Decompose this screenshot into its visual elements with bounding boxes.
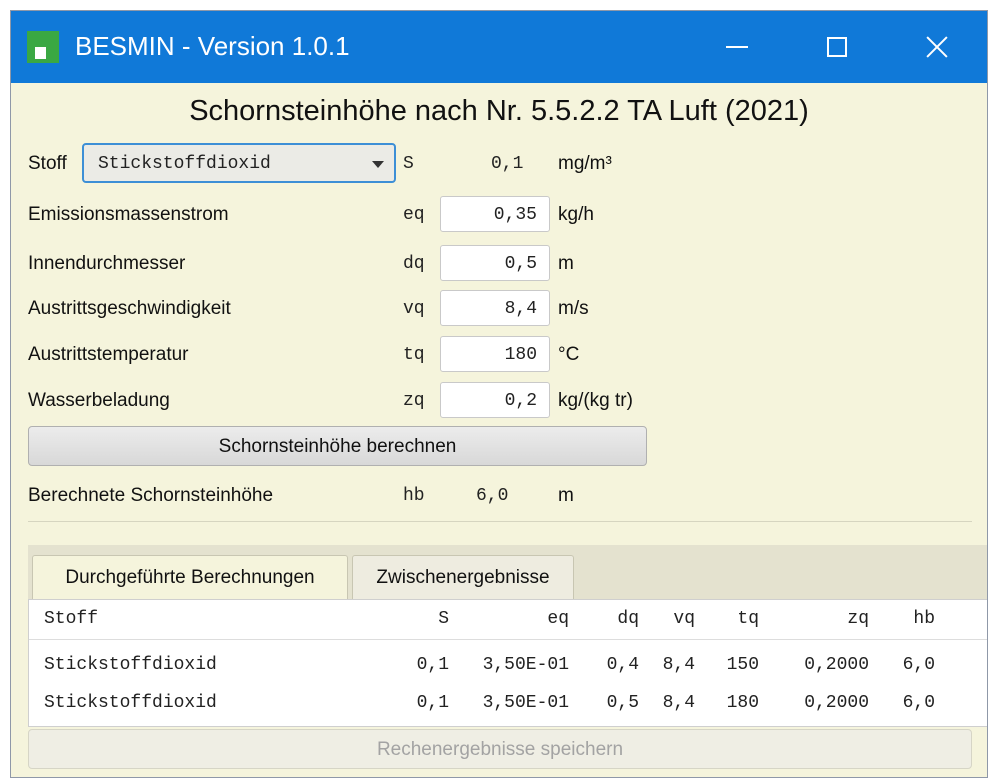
cell-dq: 0,4 xyxy=(606,655,639,675)
maximize-icon xyxy=(827,37,847,57)
cell-tq: 150 xyxy=(726,655,759,675)
divider xyxy=(28,521,972,522)
cell-vq: 8,4 xyxy=(662,655,695,675)
close-button[interactable] xyxy=(887,11,987,83)
stoff-row: Stoff Stickstoffdioxid S 0,1 mg/m³ xyxy=(11,143,987,183)
chevron-down-icon xyxy=(372,161,384,168)
cell-hb: 6,0 xyxy=(902,655,935,675)
result-symbol: hb xyxy=(403,486,425,506)
stoff-symbol: S xyxy=(403,154,414,174)
cell-dq: 0,5 xyxy=(606,693,639,713)
column-header-s[interactable]: S xyxy=(438,609,449,629)
field-row-vq: Austrittsgeschwindigkeit vq 8,4 m/s xyxy=(11,290,987,326)
column-header-stoff[interactable]: Stoff xyxy=(44,609,98,629)
stoff-unit: mg/m³ xyxy=(558,153,612,174)
cell-s: 0,1 xyxy=(416,693,449,713)
column-header-vq[interactable]: vq xyxy=(673,609,695,629)
field-label: Innendurchmesser xyxy=(28,253,186,274)
field-unit: °C xyxy=(558,344,580,365)
field-unit: kg/h xyxy=(558,204,594,225)
tq-input[interactable]: 180 xyxy=(440,336,550,372)
field-label: Austrittstemperatur xyxy=(28,344,189,365)
field-symbol: vq xyxy=(403,299,425,319)
zq-input[interactable]: 0,2 xyxy=(440,382,550,418)
dq-input[interactable]: 0,5 xyxy=(440,245,550,281)
table-row[interactable]: Stickstoffdioxid 0,1 3,50E-01 0,4 8,4 15… xyxy=(29,646,987,684)
column-header-zq[interactable]: zq xyxy=(847,609,869,629)
save-results-button[interactable]: Rechenergebnisse speichern xyxy=(28,729,972,769)
column-header-dq[interactable]: dq xyxy=(617,609,639,629)
title-bar[interactable]: BESMIN - Version 1.0.1 xyxy=(11,11,987,83)
cell-tq: 180 xyxy=(726,693,759,713)
stoff-selected-value: Stickstoffdioxid xyxy=(98,154,271,174)
field-label: Wasserbeladung xyxy=(28,390,170,411)
cell-zq: 0,2000 xyxy=(804,693,869,713)
window-title: BESMIN - Version 1.0.1 xyxy=(75,31,350,61)
result-label: Berechnete Schornsteinhöhe xyxy=(28,485,274,506)
stoff-dropdown[interactable]: Stickstoffdioxid xyxy=(82,143,396,183)
field-label: Emissionsmassenstrom xyxy=(28,204,229,225)
stoff-value: 0,1 xyxy=(491,154,524,174)
close-icon xyxy=(925,35,949,59)
tab-durchgefuehrte-berechnungen[interactable]: Durchgeführte Berechnungen xyxy=(32,555,348,603)
cell-stoff: Stickstoffdioxid xyxy=(44,693,217,713)
page-title: Schornsteinhöhe nach Nr. 5.5.2.2 TA Luft… xyxy=(189,95,809,127)
cell-hb: 6,0 xyxy=(902,693,935,713)
tab-zwischenergebnisse[interactable]: Zwischenergebnisse xyxy=(352,555,574,599)
field-unit: kg/(kg tr) xyxy=(558,390,633,411)
cell-s: 0,1 xyxy=(416,655,449,675)
field-row-eq: Emissionsmassenstrom eq 0,35 kg/h xyxy=(11,196,987,232)
result-row: Berechnete Schornsteinhöhe hb 6,0 m xyxy=(11,477,987,513)
field-symbol: zq xyxy=(403,391,425,411)
field-symbol: eq xyxy=(403,205,425,225)
cell-stoff: Stickstoffdioxid xyxy=(44,655,217,675)
column-header-hb[interactable]: hb xyxy=(913,609,935,629)
calculate-button[interactable]: Schornsteinhöhe berechnen xyxy=(28,426,647,466)
results-table: Stoff S eq dq vq tq zq hb Stickstoffdiox… xyxy=(28,599,987,727)
column-header-eq[interactable]: eq xyxy=(547,609,569,629)
field-unit: m/s xyxy=(558,298,589,319)
stoff-label: Stoff xyxy=(28,153,67,174)
tab-bar: Durchgeführte Berechnungen Zwischenergeb… xyxy=(28,545,987,603)
field-unit: m xyxy=(558,253,574,274)
field-row-zq: Wasserbeladung zq 0,2 kg/(kg tr) xyxy=(11,382,987,418)
cell-eq: 3,50E-01 xyxy=(482,655,569,675)
result-unit: m xyxy=(558,485,574,506)
table-header: Stoff S eq dq vq tq zq hb xyxy=(29,600,987,640)
cell-eq: 3,50E-01 xyxy=(482,693,569,713)
app-window: BESMIN - Version 1.0.1 Schornsteinhöhe n… xyxy=(10,10,988,778)
field-row-dq: Innendurchmesser dq 0,5 m xyxy=(11,245,987,281)
result-value: 6,0 xyxy=(476,486,509,506)
cell-zq: 0,2000 xyxy=(804,655,869,675)
minimize-icon xyxy=(726,46,748,48)
field-symbol: dq xyxy=(403,254,425,274)
field-symbol: tq xyxy=(403,345,425,365)
minimize-button[interactable] xyxy=(687,11,787,83)
table-row[interactable]: Stickstoffdioxid 0,1 3,50E-01 0,5 8,4 18… xyxy=(29,684,987,722)
field-label: Austrittsgeschwindigkeit xyxy=(28,298,231,319)
vq-input[interactable]: 8,4 xyxy=(440,290,550,326)
maximize-button[interactable] xyxy=(787,11,887,83)
cell-vq: 8,4 xyxy=(662,693,695,713)
column-header-tq[interactable]: tq xyxy=(737,609,759,629)
app-icon xyxy=(27,31,59,63)
field-row-tq: Austrittstemperatur tq 180 °C xyxy=(11,336,987,372)
eq-input[interactable]: 0,35 xyxy=(440,196,550,232)
